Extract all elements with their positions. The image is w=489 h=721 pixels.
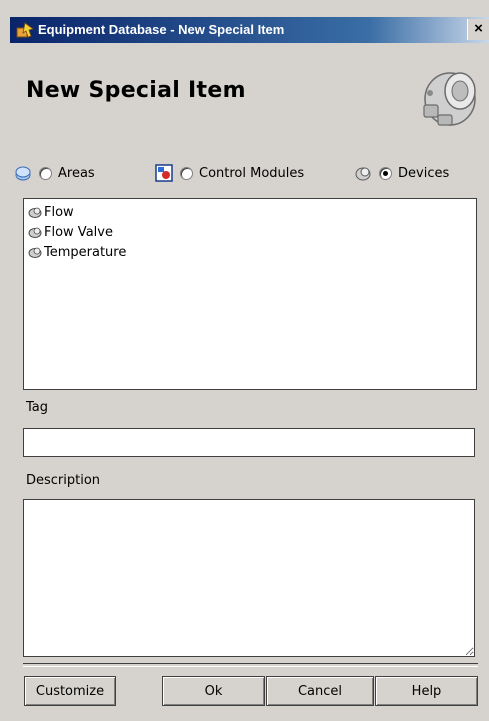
list-item[interactable]: Temperature bbox=[24, 242, 476, 262]
ok-button[interactable]: Ok bbox=[162, 676, 265, 706]
description-input[interactable] bbox=[23, 499, 475, 657]
description-label: Description bbox=[26, 473, 101, 488]
control-modules-radio-button[interactable] bbox=[180, 166, 193, 180]
list-item[interactable]: Flow Valve bbox=[24, 222, 476, 242]
devices-icon bbox=[355, 167, 371, 181]
close-button[interactable]: × bbox=[467, 19, 489, 40]
devices-label: Devices bbox=[398, 165, 450, 181]
device-illustration-icon bbox=[423, 72, 476, 126]
item-list[interactable]: Flow Flow Valve Temperature bbox=[23, 198, 477, 390]
device-icon bbox=[28, 227, 42, 238]
radio-control-modules[interactable]: Control Modules bbox=[155, 161, 304, 185]
devices-radio-button[interactable] bbox=[379, 166, 392, 180]
control-modules-label: Control Modules bbox=[199, 165, 305, 181]
areas-icon bbox=[15, 166, 31, 181]
areas-label: Areas bbox=[58, 165, 95, 181]
areas-radio-button[interactable] bbox=[39, 166, 52, 180]
close-icon: × bbox=[474, 20, 483, 37]
device-icon bbox=[28, 207, 42, 218]
radio-areas[interactable]: Areas bbox=[14, 161, 95, 185]
list-item[interactable]: Flow bbox=[24, 202, 476, 222]
item-type-selector: Areas Control Modules Devices bbox=[10, 161, 489, 185]
help-button[interactable]: Help bbox=[375, 676, 478, 706]
dialog-heading: New Special Item bbox=[26, 78, 246, 103]
tag-label: Tag bbox=[26, 400, 49, 415]
customize-button[interactable]: Customize bbox=[24, 676, 116, 706]
cancel-button[interactable]: Cancel bbox=[266, 676, 374, 706]
list-item-label: Temperature bbox=[44, 244, 127, 260]
tag-input[interactable] bbox=[23, 428, 475, 457]
device-icon bbox=[28, 247, 42, 258]
list-item-label: Flow bbox=[44, 204, 74, 220]
dialog-body: New Special Item Areas Control Modules D… bbox=[10, 43, 489, 721]
divider bbox=[23, 663, 478, 667]
radio-devices[interactable]: Devices bbox=[354, 161, 449, 185]
equipment-database-icon bbox=[16, 22, 34, 38]
control-modules-icon bbox=[155, 164, 173, 182]
window-title: Equipment Database - New Special Item bbox=[38, 22, 285, 37]
list-item-label: Flow Valve bbox=[44, 224, 113, 240]
title-bar[interactable]: Equipment Database - New Special Item × bbox=[10, 17, 489, 43]
